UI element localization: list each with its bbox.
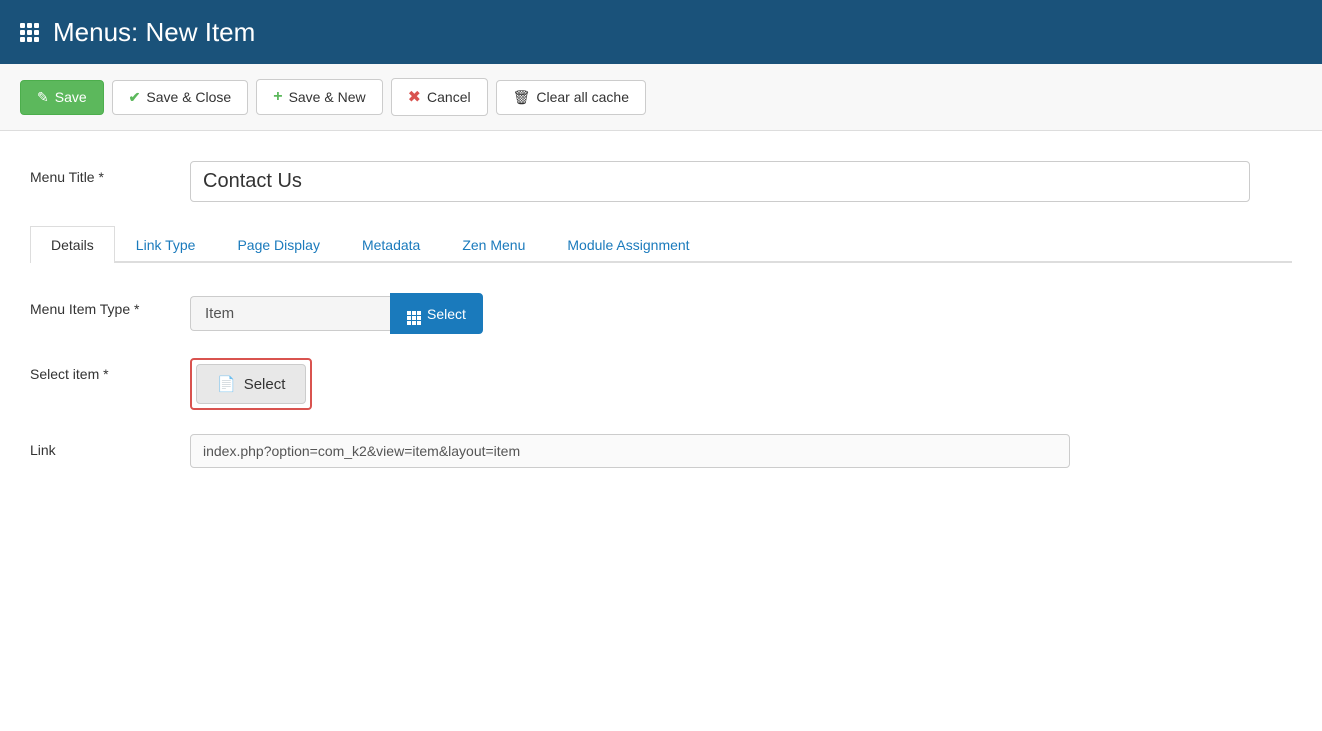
page-title: Menus: New Item	[53, 17, 255, 48]
tab-page-display[interactable]: Page Display	[216, 226, 341, 263]
grid-select-icon	[407, 311, 421, 325]
select-item-control: 📄 Select	[190, 358, 1292, 410]
link-input[interactable]	[190, 434, 1070, 468]
menu-item-type-value: Item	[190, 296, 390, 331]
link-label: Link	[30, 434, 190, 458]
tab-metadata[interactable]: Metadata	[341, 226, 441, 263]
menu-item-type-row: Menu Item Type * Item Select	[30, 293, 1292, 334]
clear-cache-button[interactable]: 🗑 Clear all cache	[496, 80, 646, 115]
select-item-button[interactable]: 📄 Select	[196, 364, 306, 404]
tab-zen-menu[interactable]: Zen Menu	[441, 226, 546, 263]
link-control	[190, 434, 1292, 468]
menus-icon	[20, 23, 39, 42]
cancel-icon: ✖	[408, 87, 421, 107]
menu-item-type-label: Menu Item Type *	[30, 293, 190, 317]
menu-item-type-select-button[interactable]: Select	[390, 293, 483, 334]
menu-item-type-input-group: Item Select	[190, 293, 1292, 334]
tabs-container: Details Link Type Page Display Metadata …	[30, 226, 1292, 263]
select-grid-icon	[407, 302, 421, 325]
menu-title-label: Menu Title *	[30, 161, 190, 185]
trash-icon: 🗑	[513, 89, 531, 106]
select-item-row: Select item * 📄 Select	[30, 358, 1292, 410]
menu-title-input[interactable]	[190, 161, 1250, 202]
select-item-label: Select item *	[30, 358, 190, 382]
select-item-highlight-border: 📄 Select	[190, 358, 312, 410]
menu-item-type-control: Item Select	[190, 293, 1292, 334]
document-icon: 📄	[217, 375, 236, 393]
tab-module-assignment[interactable]: Module Assignment	[546, 226, 710, 263]
menu-grid-icon	[20, 23, 39, 42]
cancel-button[interactable]: ✖ Cancel	[391, 78, 488, 116]
menu-title-row: Menu Title *	[30, 161, 1292, 202]
save-new-button[interactable]: + Save & New	[256, 79, 382, 115]
tab-link-type[interactable]: Link Type	[115, 226, 217, 263]
page-header: Menus: New Item	[0, 0, 1322, 64]
check-icon: ✔	[129, 89, 141, 106]
plus-icon: +	[273, 88, 282, 106]
save-close-button[interactable]: ✔ Save & Close	[112, 80, 249, 115]
main-content: Menu Title * Details Link Type Page Disp…	[0, 131, 1322, 731]
link-row: Link	[30, 434, 1292, 468]
menu-title-control	[190, 161, 1292, 202]
toolbar: ✎ Save ✔ Save & Close + Save & New ✖ Can…	[0, 64, 1322, 131]
save-icon: ✎	[37, 89, 49, 106]
tab-details[interactable]: Details	[30, 226, 115, 263]
save-button[interactable]: ✎ Save	[20, 80, 104, 115]
